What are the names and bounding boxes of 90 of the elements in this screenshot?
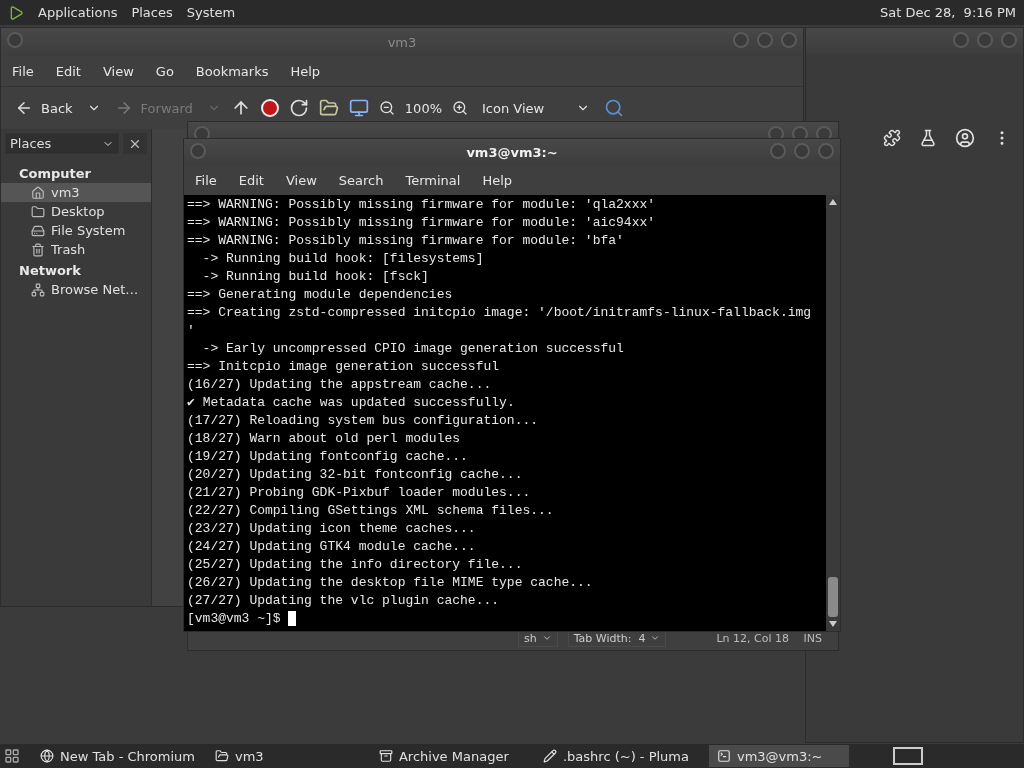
panel-menu[interactable]: System	[186, 5, 236, 20]
terminal-line: ✔ Metadata cache was updated successfully.	[187, 394, 516, 412]
terminal-line: (21/27) Probing GDK-Pixbuf loader modules...	[187, 484, 532, 502]
place-icon	[31, 223, 45, 238]
menu-item[interactable]: Help	[482, 172, 513, 188]
flask-icon[interactable]	[919, 129, 937, 147]
search-icon[interactable]	[604, 98, 624, 118]
back-button[interactable]: Back	[11, 97, 77, 119]
caret-icon	[541, 633, 552, 643]
menu-item[interactable]: Edit	[238, 172, 264, 188]
terminal-line: (26/27) Updating the desktop file MIME type cache...	[187, 574, 594, 592]
terminal-line: ==> WARNING: Possibly missing firmware for module: 'bfa'	[187, 232, 625, 250]
terminal-line: (22/27) Compiling GSettings XML schema files...	[187, 502, 555, 520]
menu-item[interactable]: File	[195, 172, 217, 188]
terminal-line: (17/27) Reloading system bus configuration...	[187, 412, 540, 430]
terminal-line: (18/27) Warn about old perl modules	[187, 430, 462, 448]
stop-icon[interactable]	[260, 99, 279, 117]
place-icon	[31, 282, 45, 297]
scrollbar-thumb[interactable]	[828, 577, 838, 617]
terminal-line: (16/27) Updating the appstream cache...	[187, 376, 493, 394]
terminal-line: ==> Generating module dependencies	[187, 286, 454, 304]
account-icon[interactable]	[955, 128, 975, 148]
taskbar-item[interactable]: New Tab - Chromium	[32, 745, 203, 767]
scrollbar[interactable]	[826, 195, 840, 631]
zoom-out-icon[interactable]	[378, 100, 395, 116]
terminal-line: (23/27) Updating icon theme caches...	[187, 520, 477, 538]
taskbar-item[interactable]: vm3	[206, 745, 367, 767]
places-selector[interactable]: Places	[5, 133, 119, 154]
terminal-line: -> Early uncompressed CPIO image generation successful	[201, 340, 625, 358]
menu-item[interactable]: Help	[290, 63, 321, 79]
editor-icon	[542, 749, 557, 763]
menu-item[interactable]: Bookmarks	[195, 63, 269, 79]
clock[interactable]: Sat Dec 28, 9:16 PM	[879, 5, 1016, 20]
zoom-in-icon[interactable]	[452, 100, 468, 116]
scroll-down-icon[interactable]	[829, 621, 837, 627]
terminal-line: ==> Creating zstd-compressed initcpio image: '/boot/initramfs-linux-fallback.img	[187, 304, 813, 322]
panel-menu[interactable]: Applications	[38, 5, 118, 20]
computer-icon[interactable]	[348, 98, 369, 118]
terminal-line: (24/27) Updating GTK4 module cache...	[187, 538, 477, 556]
window-title: vm3@vm3:~	[466, 144, 558, 160]
terminal-line: -> Running build hook: [filesystems]	[201, 250, 485, 268]
zoom-level: 100%	[404, 100, 442, 116]
text-cursor	[288, 611, 297, 627]
show-desktop-icon[interactable]	[4, 748, 20, 764]
menu-item[interactable]: View	[102, 63, 134, 79]
puzzle-icon[interactable]	[883, 129, 901, 147]
place-icon	[31, 242, 45, 257]
terminal-line: -> Running build hook: [fsck]	[201, 268, 430, 286]
sidebar-item[interactable]: File System	[1, 221, 151, 240]
folder-icon	[214, 749, 229, 763]
cursor-position: Ln 12, Col 18	[716, 631, 790, 645]
terminal-line: ==> WARNING: Possibly missing firmware for module: 'aic94xx'	[187, 214, 657, 232]
close-button[interactable]	[123, 133, 147, 154]
terminal-line: ==> WARNING: Possibly missing firmware for module: 'qla2xxx'	[187, 196, 657, 214]
caret-icon	[650, 633, 661, 643]
sidebar-item[interactable]: Desktop	[1, 202, 151, 221]
insert-mode: INS	[803, 631, 822, 645]
sidebar-item[interactable]: Browse Net…	[1, 280, 151, 299]
menu-item[interactable]: Terminal	[405, 172, 461, 188]
terminal-line: ==> Initcpio image generation successful	[187, 358, 501, 376]
place-icon	[31, 204, 45, 219]
place-icon	[31, 185, 45, 200]
view-selector[interactable]: Icon View	[478, 98, 594, 118]
taskbar-item[interactable]: Archive Manager	[370, 745, 531, 767]
archive-icon	[378, 749, 393, 763]
browser-icon	[40, 749, 54, 763]
menu-item[interactable]: Search	[338, 172, 384, 188]
section-heading: Computer	[18, 165, 93, 183]
reload-icon[interactable]	[288, 98, 309, 118]
window-title: vm3	[387, 34, 417, 50]
terminal-line: (25/27) Updating the info directory file...	[187, 556, 524, 574]
terminal-line: (27/27) Updating the vlc plugin cache...	[187, 592, 501, 610]
scroll-up-icon[interactable]	[829, 199, 837, 205]
terminal-line: '	[187, 322, 196, 340]
terminal-line: (19/27) Updating fontconfig cache...	[187, 448, 469, 466]
panel-menu[interactable]: Places	[131, 5, 173, 20]
terminal-line: (20/27) Updating 32-bit fontconfig cache...	[187, 466, 524, 484]
shell-prompt: [vm3@vm3 ~]$	[187, 611, 282, 626]
terminal-icon	[716, 749, 731, 763]
menu-item[interactable]: Go	[155, 63, 174, 79]
workspace-icon[interactable]	[892, 747, 923, 765]
sidebar-item[interactable]: Trash	[1, 240, 151, 259]
sidebar-item[interactable]: vm3	[1, 183, 151, 202]
app-menu-icon[interactable]	[8, 4, 24, 21]
menu-item[interactable]: View	[285, 172, 317, 188]
taskbar-item[interactable]: vm3@vm3:~	[708, 745, 849, 767]
menu-item[interactable]: Edit	[55, 63, 81, 79]
menu-item[interactable]: File	[12, 63, 34, 79]
taskbar-item[interactable]: .bashrc (~) - Pluma	[534, 745, 705, 767]
section-heading: Network	[18, 262, 82, 280]
